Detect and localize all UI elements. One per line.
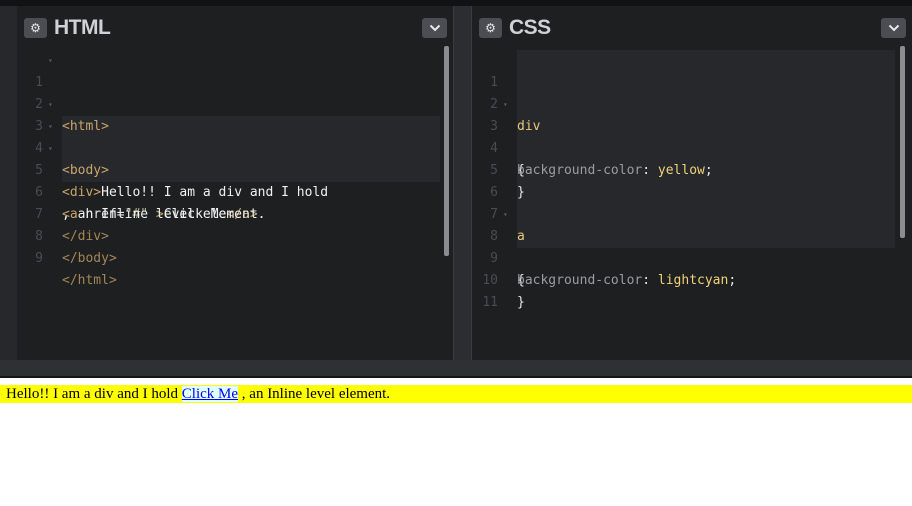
gear-icon: ⚙ [485,21,496,35]
output-div-text: Hello!! I am a div and I hold [6,386,182,402]
code-line: 9 </html> [17,226,453,288]
code-line: 8 ▾ { [472,204,908,288]
css-panel-title: CSS [509,16,551,39]
code-line: 5 } [472,138,908,200]
code-line: 7 a [472,182,908,244]
code-line: 3 ▾ <body> [17,94,453,178]
code-line: 1 [472,50,908,90]
html-collapse-button[interactable] [422,18,447,38]
css-panel: ⚙ CSS 1 2 div 3 ▾ {4 background-color: … [472,6,908,360]
code-line: 8 </body> [17,204,453,266]
fold-icon[interactable]: ▾ [48,50,53,72]
code-line: 6 , an Inline level element. [17,160,453,222]
output-link[interactable]: Click Me [181,386,239,402]
output-div-text: , an Inline level element. [238,386,391,402]
code-line: 4 background-color: yellow; [472,116,908,178]
line-number: 11 [482,295,498,310]
fold-icon[interactable]: ▾ [48,94,53,116]
css-panel-header: ⚙ CSS [472,10,908,44]
code-line: 7 </div> [17,182,453,244]
html-panel-title: HTML [54,16,111,39]
code-line: 1 ▾ <html> [17,50,453,134]
html-panel-header: ⚙ HTML [17,10,453,44]
panel-divider[interactable] [453,6,472,360]
fold-icon[interactable]: ▾ [503,204,508,226]
code-line: 3 ▾ { [472,94,908,178]
css-settings-button[interactable]: ⚙ [479,18,502,38]
css-scrollbar[interactable] [900,46,905,238]
html-scrollbar[interactable] [444,46,449,256]
css-collapse-button[interactable] [881,18,906,38]
html-settings-button[interactable]: ⚙ [24,18,47,38]
code-line: 2 div [472,72,908,134]
fold-icon[interactable]: ▾ [503,94,508,116]
editor-area: ⚙ HTML 1 ▾ <html> 2 3 ▾ <body> 4 ▾ <div>… [0,6,912,360]
chevron-down-icon [888,24,899,32]
line-number: 9 [35,251,43,266]
html-code-editor[interactable]: 1 ▾ <html> 2 3 ▾ <body> 4 ▾ <div>Hello!!… [17,50,453,288]
result-preview: Hello!! I am a div and I hold Click Me ,… [0,378,912,506]
left-gutter [0,6,17,360]
html-panel: ⚙ HTML 1 ▾ <html> 2 3 ▾ <body> 4 ▾ <div>… [17,6,453,360]
code-line: 5 ▾ <a href="#" >Click Me</a> [17,138,453,222]
code-line: 4 ▾ <div>Hello!! I am a div and I hold [17,116,453,200]
output-div: Hello!! I am a div and I hold Click Me ,… [0,385,912,403]
code-line: 6 [472,160,908,200]
css-code-editor[interactable]: 1 2 div 3 ▾ { 4 background-color: yellow… [472,50,908,310]
gear-icon: ⚙ [30,21,41,35]
code-line: 11 [472,270,908,310]
code-token: </html> [62,273,117,288]
fold-icon[interactable]: ▾ [48,116,53,138]
code-line: 10 } [472,248,908,310]
fold-icon[interactable]: ▾ [48,138,53,160]
code-line: 9 background-color: lightcyan; [472,226,908,288]
resize-bar[interactable] [0,360,912,376]
code-line: 2 [17,72,453,112]
chevron-down-icon [429,24,440,32]
